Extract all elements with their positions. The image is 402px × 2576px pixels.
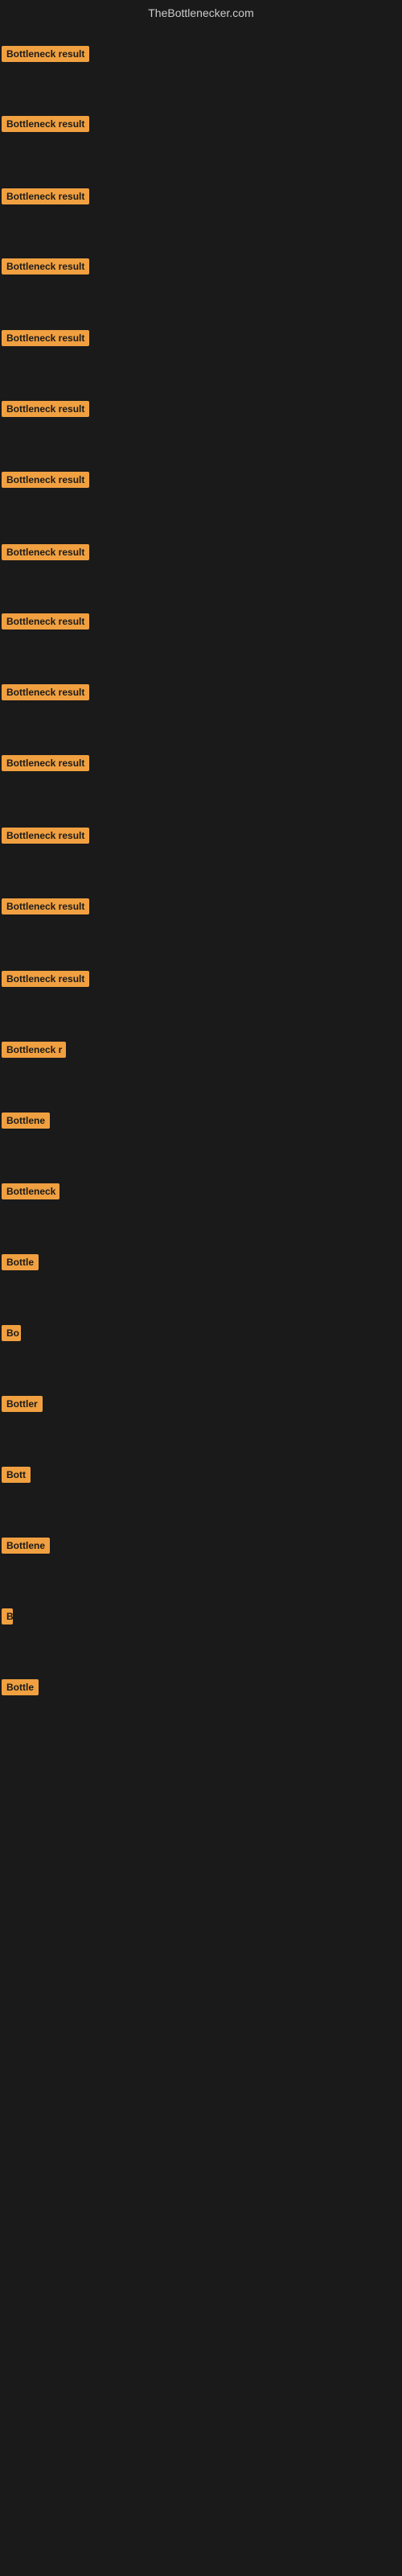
bottleneck-badge[interactable]: Bottleneck bbox=[2, 1183, 59, 1199]
bottleneck-badge[interactable]: Bottleneck result bbox=[2, 971, 89, 987]
bottleneck-item: Bottleneck bbox=[2, 1183, 59, 1203]
bottleneck-badge[interactable]: Bottle bbox=[2, 1254, 39, 1270]
bottleneck-badge[interactable]: Bottlene bbox=[2, 1113, 50, 1129]
bottleneck-item: Bottle bbox=[2, 1679, 39, 1699]
bottleneck-item: Bo bbox=[2, 1325, 21, 1345]
bottleneck-badge[interactable]: Bottleneck result bbox=[2, 116, 89, 132]
bottleneck-item: Bottleneck result bbox=[2, 684, 89, 704]
bottleneck-badge[interactable]: Bott bbox=[2, 1467, 31, 1483]
site-header: TheBottlenecker.com bbox=[0, 0, 402, 23]
bottleneck-badge[interactable]: Bottleneck result bbox=[2, 330, 89, 346]
bottleneck-item: Bott bbox=[2, 1467, 31, 1487]
bottleneck-item: Bottleneck result bbox=[2, 755, 89, 775]
bottleneck-badge[interactable]: Bottleneck result bbox=[2, 898, 89, 914]
bottleneck-item: B bbox=[2, 1608, 13, 1629]
bottleneck-item: Bottleneck result bbox=[2, 188, 89, 208]
bottleneck-badge[interactable]: Bo bbox=[2, 1325, 21, 1341]
bottleneck-item: Bottleneck result bbox=[2, 971, 89, 991]
bottleneck-item: Bottleneck result bbox=[2, 898, 89, 919]
bottleneck-item: Bottlene bbox=[2, 1538, 50, 1558]
bottleneck-badge[interactable]: Bottlene bbox=[2, 1538, 50, 1554]
bottleneck-item: Bottleneck result bbox=[2, 116, 89, 136]
bottleneck-badge[interactable]: Bottleneck result bbox=[2, 258, 89, 275]
bottleneck-item: Bottleneck result bbox=[2, 258, 89, 279]
bottleneck-badge[interactable]: Bottleneck result bbox=[2, 613, 89, 630]
bottleneck-item: Bottleneck result bbox=[2, 330, 89, 350]
bottleneck-item: Bottleneck r bbox=[2, 1042, 66, 1062]
bottleneck-badge[interactable]: B bbox=[2, 1608, 13, 1624]
bottleneck-badge[interactable]: Bottleneck result bbox=[2, 401, 89, 417]
bottleneck-item: Bottle bbox=[2, 1254, 39, 1274]
bottleneck-badge[interactable]: Bottleneck result bbox=[2, 188, 89, 204]
bottleneck-item: Bottleneck result bbox=[2, 401, 89, 421]
bottleneck-badge[interactable]: Bottleneck result bbox=[2, 46, 89, 62]
bottleneck-badge[interactable]: Bottle bbox=[2, 1679, 39, 1695]
bottleneck-badge[interactable]: Bottler bbox=[2, 1396, 43, 1412]
bottleneck-badge[interactable]: Bottleneck result bbox=[2, 472, 89, 488]
site-title: TheBottlenecker.com bbox=[148, 6, 254, 19]
bottleneck-item: Bottleneck result bbox=[2, 544, 89, 564]
bottleneck-item: Bottleneck result bbox=[2, 46, 89, 66]
bottleneck-item: Bottleneck result bbox=[2, 472, 89, 492]
bottleneck-badge[interactable]: Bottleneck result bbox=[2, 755, 89, 771]
bottleneck-item: Bottler bbox=[2, 1396, 43, 1416]
bottleneck-item: Bottleneck result bbox=[2, 828, 89, 848]
bottleneck-badge[interactable]: Bottleneck result bbox=[2, 684, 89, 700]
bottleneck-badge[interactable]: Bottleneck result bbox=[2, 544, 89, 560]
bottleneck-badge[interactable]: Bottleneck r bbox=[2, 1042, 66, 1058]
bottleneck-badge[interactable]: Bottleneck result bbox=[2, 828, 89, 844]
bottleneck-item: Bottleneck result bbox=[2, 613, 89, 634]
bottleneck-item: Bottlene bbox=[2, 1113, 50, 1133]
